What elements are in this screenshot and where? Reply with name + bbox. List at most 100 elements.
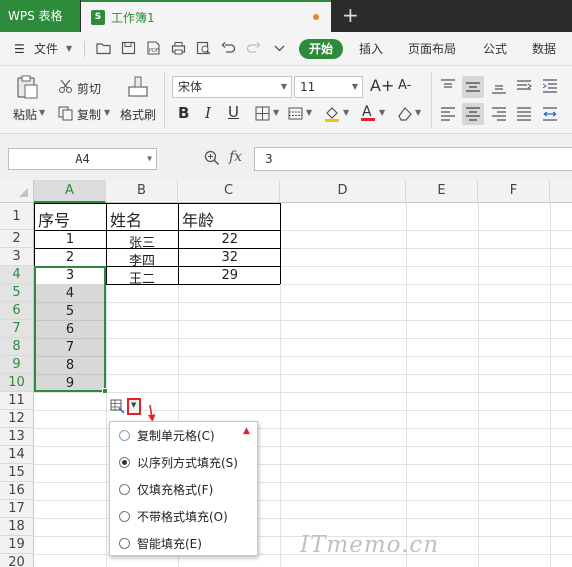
save-icon[interactable] [121, 41, 136, 55]
row-header-6[interactable]: 6 [0, 302, 34, 320]
column-header-g[interactable] [550, 180, 572, 203]
option-fill-series[interactable]: 以序列方式填充(S) [110, 449, 257, 475]
chevron-down-icon[interactable]: ▼ [343, 108, 349, 117]
radio-fill-series[interactable] [119, 457, 130, 468]
decrease-font-size-button[interactable]: A- [398, 78, 411, 93]
chevron-down-icon[interactable]: ▼ [379, 108, 385, 117]
cell-a3[interactable]: 2 [34, 250, 106, 265]
column-header-f[interactable]: F [478, 180, 550, 203]
chevron-down-icon[interactable]: ▼ [273, 108, 279, 117]
fill-handle[interactable] [102, 388, 108, 394]
font-name-select[interactable]: 宋体 ▼ [172, 76, 292, 98]
row-header-2[interactable]: 2 [0, 230, 34, 248]
autofill-options-button[interactable]: ▼ [110, 398, 144, 416]
border-icon[interactable] [255, 106, 271, 121]
align-right-icon[interactable] [489, 104, 509, 124]
chevron-down-icon[interactable]: ▼ [306, 108, 312, 117]
row-header-14[interactable]: 14 [0, 446, 34, 464]
cell-b4[interactable]: 王二 [106, 268, 178, 287]
column-header-d[interactable]: D [280, 180, 406, 203]
copy-dropdown-icon[interactable]: ▼ [104, 108, 110, 117]
font-size-select[interactable]: 11 ▼ [294, 76, 363, 98]
app-tab[interactable]: WPS 表格 [0, 0, 80, 32]
option-smart-fill[interactable]: 智能填充(E) [110, 530, 257, 556]
option-fill-formatting-only[interactable]: 仅填充格式(F) [110, 476, 257, 502]
row-header-16[interactable]: 16 [0, 482, 34, 500]
hamburger-icon[interactable]: ☰ [14, 32, 25, 66]
cell-c1[interactable]: 年龄 [182, 207, 214, 231]
undo-icon[interactable] [221, 41, 236, 55]
row-header-17[interactable]: 17 [0, 500, 34, 518]
underline-button[interactable]: U [228, 103, 239, 121]
folder-icon[interactable] [96, 41, 111, 55]
orientation-icon[interactable] [514, 76, 534, 96]
radio-copy-cells[interactable] [119, 430, 130, 441]
new-tab-button[interactable]: + [342, 3, 359, 27]
column-header-a[interactable]: A [34, 180, 106, 203]
print-preview-icon[interactable] [196, 41, 211, 55]
more-icon[interactable] [272, 41, 287, 55]
print-icon[interactable] [171, 41, 186, 55]
justify-icon[interactable] [514, 104, 534, 124]
chevron-down-icon[interactable]: ▼ [415, 108, 421, 117]
radio-fill-without-formatting[interactable] [119, 511, 130, 522]
zoom-search-icon[interactable] [204, 150, 220, 166]
indent-icon[interactable] [540, 76, 560, 96]
cell-b2[interactable]: 张三 [106, 232, 178, 251]
chevron-down-icon[interactable]: ▼ [66, 32, 72, 66]
distribute-icon[interactable] [540, 104, 560, 124]
bold-button[interactable]: B [178, 104, 189, 122]
row-header-15[interactable]: 15 [0, 464, 34, 482]
paste-dropdown-icon[interactable]: ▼ [39, 108, 45, 117]
copy-button[interactable]: 复制 [77, 106, 101, 123]
row-header-11[interactable]: 11 [0, 392, 34, 410]
increase-font-size-button[interactable]: A+ [370, 76, 394, 95]
align-middle-icon[interactable] [462, 76, 484, 98]
tab-formula[interactable]: 公式 [483, 32, 507, 66]
column-header-c[interactable]: C [178, 180, 280, 203]
tab-start[interactable]: 开始 [299, 39, 343, 59]
row-header-18[interactable]: 18 [0, 518, 34, 536]
cell-c2[interactable]: 22 [178, 232, 238, 247]
column-header-b[interactable]: B [106, 180, 178, 203]
tab-data[interactable]: 数据 [532, 32, 556, 66]
align-center-icon[interactable] [462, 103, 484, 125]
align-left-icon[interactable] [438, 104, 458, 124]
paste-icon[interactable] [14, 74, 40, 100]
row-header-13[interactable]: 13 [0, 428, 34, 446]
eraser-icon[interactable] [396, 105, 414, 121]
row-header-7[interactable]: 7 [0, 320, 34, 338]
paste-button[interactable]: 粘贴 [13, 106, 37, 123]
cell-style-icon[interactable] [288, 106, 304, 121]
row-header-8[interactable]: 8 [0, 338, 34, 356]
name-box[interactable]: A4 ▼ [8, 148, 157, 170]
cell-a2[interactable]: 1 [34, 232, 106, 247]
file-menu[interactable]: 文件 [34, 32, 58, 66]
pdf-icon[interactable]: PDF [146, 41, 161, 55]
option-copy-cells[interactable]: 复制单元格(C) ▲ [110, 422, 257, 448]
formula-input[interactable]: 3 [254, 147, 572, 171]
tab-insert[interactable]: 插入 [359, 32, 383, 66]
collapse-arrow-icon[interactable]: ▲ [243, 426, 250, 436]
column-header-e[interactable]: E [406, 180, 478, 203]
spreadsheet-grid[interactable]: A B C D E F 1 2 3 4 5 6 7 8 9 10 11 12 1… [0, 180, 572, 567]
option-fill-without-formatting[interactable]: 不带格式填充(O) [110, 503, 257, 529]
format-painter-icon[interactable] [127, 74, 149, 100]
cell-c3[interactable]: 32 [178, 250, 238, 265]
cell-c4[interactable]: 29 [178, 268, 238, 283]
row-header-19[interactable]: 19 [0, 536, 34, 554]
function-fx-icon[interactable]: fx [229, 149, 242, 165]
radio-smart-fill[interactable] [119, 538, 130, 549]
font-color-icon[interactable]: A [359, 102, 377, 122]
cell-a1[interactable]: 序号 [38, 207, 70, 231]
row-header-9[interactable]: 9 [0, 356, 34, 374]
autofill-dropdown-toggle[interactable]: ▼ [127, 398, 141, 415]
cell-b3[interactable]: 李四 [106, 250, 178, 269]
fill-color-icon[interactable] [323, 104, 341, 122]
row-header-5[interactable]: 5 [0, 284, 34, 302]
select-all-corner[interactable] [0, 180, 34, 203]
align-top-icon[interactable] [438, 76, 458, 96]
row-header-1[interactable]: 1 [0, 203, 34, 230]
cut-button[interactable]: 剪切 [77, 80, 101, 97]
format-painter-button[interactable]: 格式刷 [120, 106, 156, 123]
